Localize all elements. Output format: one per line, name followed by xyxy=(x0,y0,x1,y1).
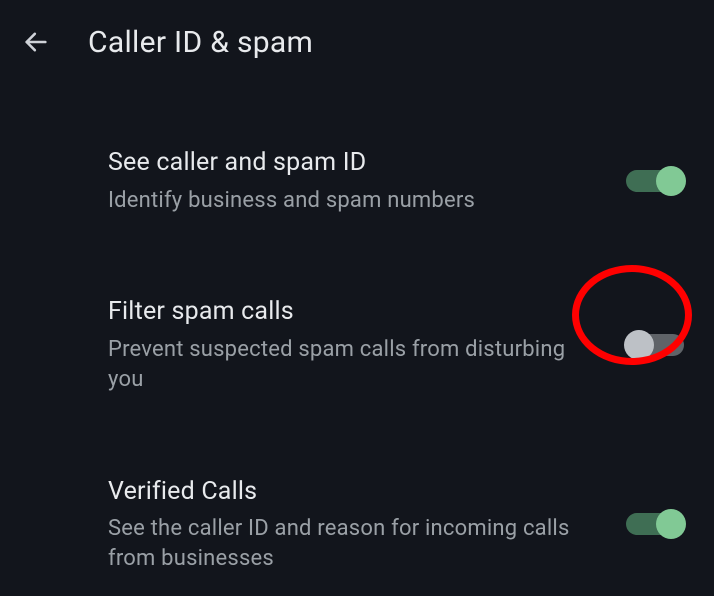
setting-filter-spam[interactable]: Filter spam calls Prevent suspected spam… xyxy=(0,273,714,416)
setting-text: Verified Calls See the caller ID and rea… xyxy=(108,475,626,574)
toggle-filter-spam[interactable] xyxy=(626,334,684,356)
setting-description: Prevent suspected spam calls from distur… xyxy=(108,335,596,394)
setting-text: See caller and spam ID Identify business… xyxy=(108,146,626,215)
setting-see-caller-id[interactable]: See caller and spam ID Identify business… xyxy=(0,124,714,237)
toggle-see-caller-id[interactable] xyxy=(626,170,684,192)
header: Caller ID & spam xyxy=(0,0,714,84)
page-title: Caller ID & spam xyxy=(88,25,313,60)
toggle-verified-calls[interactable] xyxy=(626,513,684,535)
setting-text: Filter spam calls Prevent suspected spam… xyxy=(108,295,626,394)
setting-verified-calls[interactable]: Verified Calls See the caller ID and rea… xyxy=(0,453,714,596)
setting-description: Identify business and spam numbers xyxy=(108,186,596,216)
toggle-thumb xyxy=(624,330,654,360)
setting-title: Verified Calls xyxy=(108,475,596,509)
setting-description: See the caller ID and reason for incomin… xyxy=(108,514,596,573)
toggle-thumb xyxy=(656,509,686,539)
settings-list: See caller and spam ID Identify business… xyxy=(0,84,714,596)
setting-title: See caller and spam ID xyxy=(108,146,596,180)
back-arrow-icon xyxy=(22,28,50,56)
toggle-thumb xyxy=(656,166,686,196)
setting-title: Filter spam calls xyxy=(108,295,596,329)
back-button[interactable] xyxy=(12,18,60,66)
